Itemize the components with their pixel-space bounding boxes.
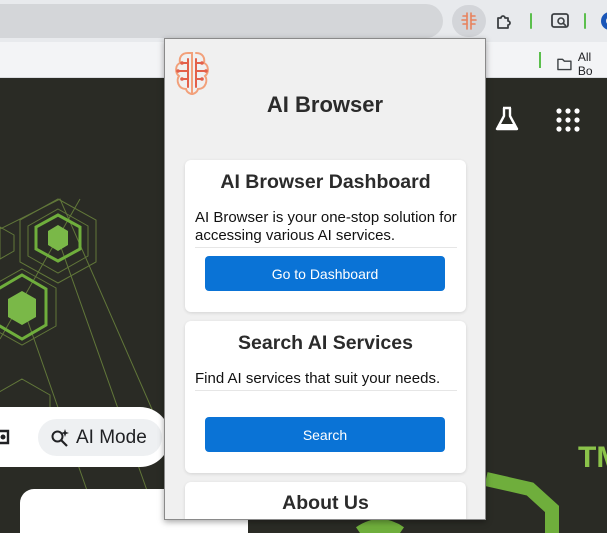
- tab-search-icon[interactable]: [548, 9, 572, 33]
- card-description: Find AI services that suit your needs.: [195, 370, 457, 391]
- dashboard-card: AI Browser Dashboard AI Browser is your …: [185, 160, 466, 312]
- ai-browser-popup: AI Browser AI Browser Dashboard AI Brows…: [164, 38, 486, 520]
- trademark-text: TM: [578, 441, 607, 474]
- brain-circuit-icon: [175, 52, 209, 96]
- ai-mode-label: AI Mode: [76, 426, 147, 448]
- all-bookmarks-label: All Bo: [577, 50, 593, 78]
- flask-icon[interactable]: [493, 105, 521, 133]
- lens-icon[interactable]: [0, 427, 14, 447]
- about-card: About Us: [185, 482, 466, 519]
- browser-toolbar: [0, 0, 607, 42]
- ai-mode-button[interactable]: AI Mode: [38, 419, 162, 456]
- toolbar-divider: [530, 13, 532, 29]
- address-bar[interactable]: [0, 4, 443, 38]
- folder-icon: [557, 58, 572, 71]
- search-card: Search AI Services Find AI services that…: [185, 321, 466, 473]
- ai-browser-extension-button[interactable]: [452, 5, 486, 37]
- card-title: Search AI Services: [238, 332, 413, 354]
- profile-avatar[interactable]: [598, 9, 607, 33]
- ai-search-sparkle-icon: [51, 428, 69, 447]
- toolbar-divider: [584, 13, 586, 29]
- bookmarks-divider: [539, 52, 541, 68]
- puzzle-icon[interactable]: [492, 9, 516, 33]
- all-bookmarks-button[interactable]: All Bo: [557, 50, 607, 78]
- go-to-dashboard-button[interactable]: Go to Dashboard: [205, 256, 445, 291]
- brain-circuit-icon: [461, 12, 477, 30]
- card-title: About Us: [282, 492, 369, 514]
- popup-title: AI Browser: [266, 92, 384, 117]
- search-button[interactable]: Search: [205, 417, 445, 452]
- card-description: AI Browser is your one-stop solution for…: [195, 209, 457, 248]
- card-title: AI Browser Dashboard: [220, 171, 431, 193]
- apps-grid-icon[interactable]: [555, 107, 581, 133]
